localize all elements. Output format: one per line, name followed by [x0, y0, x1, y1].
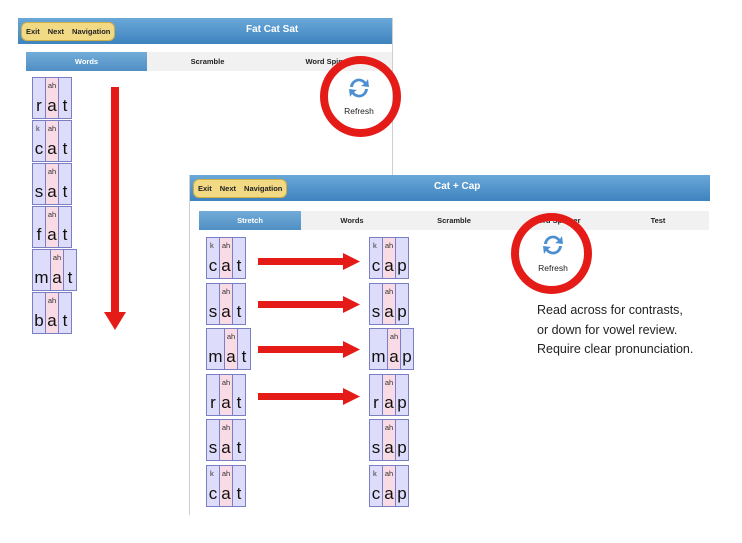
right-arrow-head [343, 388, 360, 405]
right-arrow-shaft [258, 301, 344, 308]
instructions: Read across for contrasts, or down for v… [537, 301, 693, 360]
right-arrow-shaft [258, 393, 344, 400]
instruction-line: Read across for contrasts, [537, 303, 683, 317]
right-arrow-shaft [258, 346, 344, 353]
right-arrow-shaft [258, 258, 344, 265]
instruction-line: Require clear pronunciation. [537, 342, 694, 356]
right-arrow-head [343, 341, 360, 358]
annotation-layer-2 [258, 253, 360, 405]
instruction-line: or down for vowel review. [537, 322, 678, 337]
right-arrow-head [343, 253, 360, 270]
right-arrow-head [343, 296, 360, 313]
